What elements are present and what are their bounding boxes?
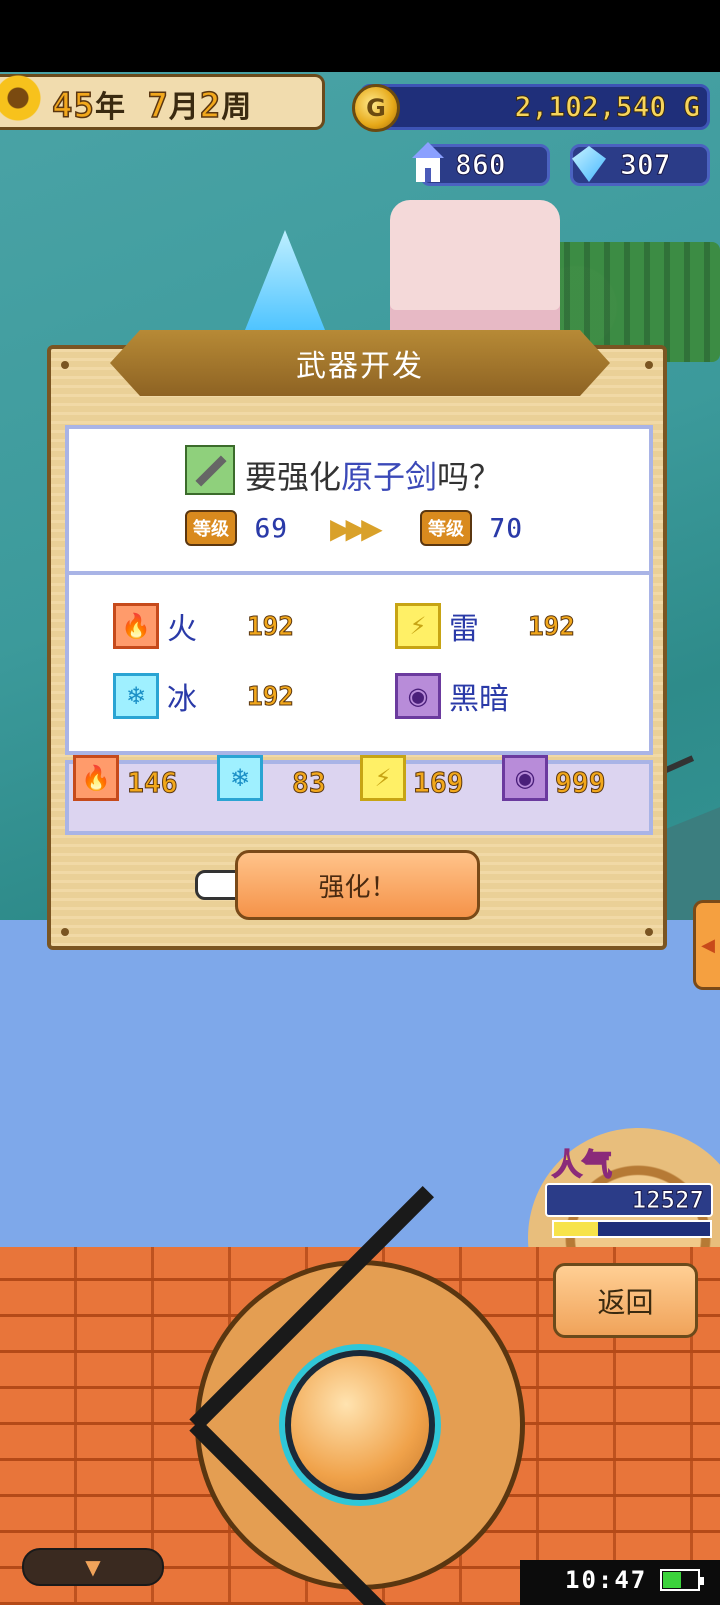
- ice-resource-value: 83: [292, 766, 327, 800]
- chevron-down-icon: ▼: [85, 1555, 101, 1579]
- question-prefix: 要强化: [245, 458, 342, 496]
- element-value: 192: [528, 612, 576, 643]
- dial-center-button[interactable]: [285, 1350, 435, 1500]
- level-label: 等级: [420, 510, 472, 546]
- popularity-label: 人气: [551, 1147, 613, 1184]
- battery-level: [663, 1572, 681, 1588]
- year-value: 45: [51, 85, 95, 127]
- element-ice: ❄ 冰: [113, 673, 197, 719]
- level-up-arrow-icon: ▶▶▶: [330, 512, 383, 545]
- year-unit: 年: [94, 90, 126, 125]
- population-value: 860: [455, 148, 507, 182]
- enhance-button[interactable]: 强化！: [235, 850, 480, 920]
- pointing-hand-icon: [195, 870, 239, 900]
- level-from: 69: [253, 511, 288, 545]
- thunder-resource-value: 169: [413, 766, 465, 800]
- element-name: 雷: [449, 612, 479, 647]
- element-stats-panel: [65, 575, 653, 755]
- collapse-button[interactable]: ▼: [22, 1548, 164, 1586]
- dialog-title-plate: 武器开发: [110, 330, 610, 396]
- level-label: 等级: [185, 510, 237, 546]
- popularity-bar-fill: [554, 1222, 598, 1236]
- fire-resource-value: 146: [127, 766, 179, 800]
- dark-icon: ◉: [502, 755, 548, 801]
- dark-icon: ◉: [395, 673, 441, 719]
- question-suffix: 吗？: [437, 458, 502, 496]
- fire-icon: 🔥: [113, 603, 159, 649]
- thunder-icon: ⚡: [395, 603, 441, 649]
- coin-icon: G: [352, 84, 400, 132]
- element-fire: 🔥 火: [113, 603, 197, 649]
- chevron-left-icon: ◀: [701, 934, 715, 956]
- sword-icon: [185, 445, 235, 495]
- level-to: 70: [488, 511, 523, 545]
- week-unit: 周: [221, 90, 253, 125]
- side-menu-tab[interactable]: ◀: [693, 900, 720, 990]
- coin-symbol: G: [366, 94, 386, 122]
- back-button[interactable]: 返回: [553, 1263, 698, 1338]
- element-name: 黑暗: [449, 682, 509, 717]
- next-level: 等级 70: [420, 510, 523, 546]
- game-screen: 45年 7月2周 G 2,102,540 G 860 307 武器开发 要强化原…: [0, 0, 720, 1605]
- date-display: 45年 7月2周: [51, 82, 253, 127]
- thunder-icon: ⚡: [360, 755, 406, 801]
- element-thunder: ⚡ 雷: [395, 603, 479, 649]
- rivet-icon: [61, 928, 69, 936]
- gold-unit: G: [683, 90, 701, 124]
- clock-time: 10:47: [565, 1566, 648, 1594]
- ice-icon: ❄: [113, 673, 159, 719]
- month-unit: 月: [168, 90, 200, 125]
- rivet-icon: [645, 928, 653, 936]
- house-icon: [412, 142, 444, 182]
- battery-icon: [660, 1569, 704, 1591]
- week-value: 2: [199, 85, 222, 127]
- fire-icon: 🔥: [73, 755, 119, 801]
- element-value: 192: [247, 682, 295, 713]
- gem-value: 307: [620, 148, 672, 182]
- rivet-icon: [61, 361, 69, 369]
- rivet-icon: [645, 361, 653, 369]
- element-name: 火: [167, 612, 197, 647]
- question-panel: [65, 425, 653, 575]
- popularity-bar: [552, 1220, 712, 1238]
- dark-resource-value: 999: [555, 766, 607, 800]
- popularity-value: 12527: [631, 1186, 704, 1215]
- element-name: 冰: [167, 682, 197, 717]
- gold-amount: 2,102,540 G: [514, 90, 701, 124]
- month-value: 7: [147, 85, 169, 127]
- dialog-title: 武器开发: [296, 349, 424, 384]
- ice-icon: ❄: [217, 755, 263, 801]
- enhance-question: 要强化原子剑吗？: [245, 452, 501, 498]
- current-level: 等级 69: [185, 510, 288, 546]
- element-value: 192: [247, 612, 295, 643]
- gold-value: 2,102,540: [514, 90, 667, 124]
- castle-building[interactable]: [390, 200, 560, 340]
- weapon-name: 原子剑: [341, 458, 438, 496]
- status-bar-top: [0, 0, 720, 72]
- element-dark: ◉ 黑暗: [395, 673, 509, 719]
